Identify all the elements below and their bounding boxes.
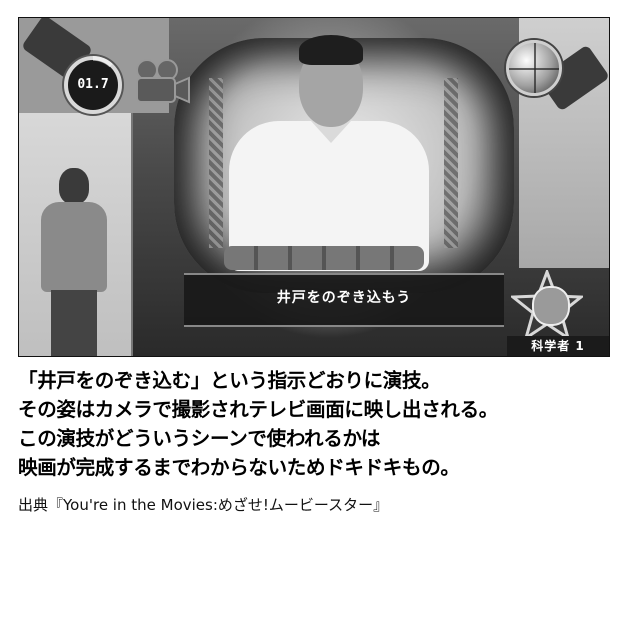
description-line: 映画が完成するまでわからないためドキドキもの。 bbox=[18, 456, 460, 479]
description-line: この演技がどういうシーンで使われるかは bbox=[18, 427, 381, 450]
bystander-figure bbox=[29, 168, 117, 356]
source-credit: 出典『You're in the Movies:めざせ!ムービースター』 bbox=[18, 496, 389, 514]
caption-text: 井戸をのぞき込もう bbox=[276, 290, 412, 306]
player-avatar bbox=[532, 286, 570, 326]
record-ball-icon bbox=[506, 40, 562, 96]
description-line: 「井戸をのぞき込む」という指示どおりに演技。 bbox=[18, 369, 441, 392]
sandbag-well bbox=[224, 246, 424, 270]
movie-camera-icon bbox=[136, 59, 190, 104]
player-label: 科学者 1 bbox=[507, 336, 609, 356]
stage-truss-right bbox=[444, 78, 458, 248]
description-line: その姿はカメラで撮影されテレビ画面に映し出される。 bbox=[18, 398, 499, 421]
description-text: 「井戸をのぞき込む」という指示どおりに演技。 その姿はカメラで撮影されテレビ画面… bbox=[18, 366, 613, 482]
actor-figure bbox=[219, 33, 439, 273]
caption-bar: 井戸をのぞき込もう bbox=[184, 273, 504, 327]
timer-value: 01.7 bbox=[77, 77, 109, 92]
game-screenshot: 井戸をのぞき込もう 01.7 科学者 1 bbox=[18, 17, 610, 357]
